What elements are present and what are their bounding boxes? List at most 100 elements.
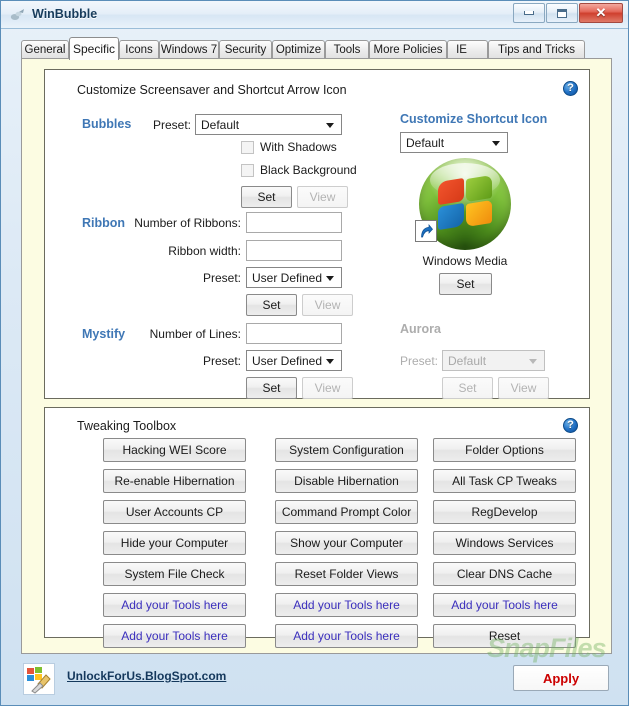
tool-button-reset[interactable]: Reset [433, 624, 576, 648]
ribbon-section-label: Ribbon [82, 216, 126, 230]
tweaking-toolbox-panel: Tweaking Toolbox ? Hacking WEI Score Re-… [44, 407, 590, 648]
ribbon-preset-select[interactable]: User Defined [246, 267, 342, 288]
tool-button-all-task-cp-tweaks[interactable]: All Task CP Tweaks [433, 469, 576, 493]
mystify-preset-select[interactable]: User Defined [246, 350, 342, 371]
tool-button-system-file-check[interactable]: System File Check [103, 562, 246, 586]
orb-flag-quadrant [466, 199, 492, 228]
minimize-icon [514, 4, 544, 22]
tab-label: More Policies [373, 44, 443, 56]
orb-flag-quadrant [438, 202, 464, 231]
tool-button-add-your-tools-5[interactable]: Add your Tools here [433, 593, 576, 617]
ribbon-preset-label: Preset: [202, 271, 241, 285]
title-bar: WinBubble ✕ [1, 1, 628, 29]
bubbles-preset-value: Default [201, 118, 240, 132]
aurora-section-label: Aurora [400, 322, 441, 336]
tab-general[interactable]: General [21, 40, 69, 59]
aurora-preset-label: Preset: [400, 354, 439, 368]
tool-button-reset-folder-views[interactable]: Reset Folder Views [275, 562, 418, 586]
black-background-label: Black Background [260, 163, 357, 177]
tool-button-disable-hibernation[interactable]: Disable Hibernation [275, 469, 418, 493]
tab-tips-and-tricks[interactable]: Tips and Tricks [488, 40, 585, 59]
with-shadows-checkbox[interactable]: With Shadows [241, 140, 337, 154]
close-icon: ✕ [595, 5, 607, 20]
maximize-icon [547, 4, 577, 22]
tool-button-add-your-tools-2[interactable]: Add your Tools here [103, 624, 246, 648]
shortcut-icon-caption: Windows Media [422, 254, 508, 268]
with-shadows-label: With Shadows [260, 140, 337, 154]
tab-strip: General Specific Icons Windows 7 Securit… [21, 37, 612, 60]
tool-button-command-prompt-color[interactable]: Command Prompt Color [275, 500, 418, 524]
tool-button-re-enable-hibernation[interactable]: Re-enable Hibernation [103, 469, 246, 493]
apply-button[interactable]: Apply [513, 665, 609, 691]
ribbon-number-input[interactable] [246, 212, 342, 233]
shortcut-icon-select[interactable]: Default [400, 132, 508, 153]
tool-button-add-your-tools-3[interactable]: Add your Tools here [275, 593, 418, 617]
ribbon-width-label: Ribbon width: [168, 244, 241, 258]
tool-button-add-your-tools-4[interactable]: Add your Tools here [275, 624, 418, 648]
tab-label: Tools [333, 44, 361, 56]
tab-optimize[interactable]: Optimize [272, 40, 325, 59]
tool-button-windows-services[interactable]: Windows Services [433, 531, 576, 555]
tab-label: Icons [125, 44, 153, 56]
help-icon[interactable]: ? [563, 418, 578, 433]
aurora-set-button: Set [442, 377, 493, 399]
tab-label: Specific [72, 42, 116, 56]
tab-windows-7[interactable]: Windows 7 [159, 40, 219, 59]
tab-icons[interactable]: Icons [119, 40, 159, 59]
ribbon-width-input[interactable] [246, 240, 342, 261]
chevron-down-icon [326, 359, 334, 364]
close-button[interactable]: ✕ [579, 3, 623, 23]
checkbox-box [241, 140, 254, 154]
shortcut-icon-set-button[interactable]: Set [439, 273, 492, 295]
orb-flag-quadrant [438, 177, 464, 206]
chevron-down-icon [529, 359, 537, 364]
mystify-set-button[interactable]: Set [246, 377, 297, 399]
tool-button-folder-options[interactable]: Folder Options [433, 438, 576, 462]
tab-tools[interactable]: Tools [325, 40, 369, 59]
tab-security[interactable]: Security [219, 40, 272, 59]
mystify-lines-label: Number of Lines: [149, 327, 241, 341]
ribbon-set-button[interactable]: Set [246, 294, 297, 316]
tool-button-show-your-computer[interactable]: Show your Computer [275, 531, 418, 555]
mystify-lines-input[interactable] [246, 323, 342, 344]
help-icon[interactable]: ? [563, 81, 578, 96]
orb-flag-quadrant [466, 174, 492, 203]
tab-label: Windows 7 [160, 44, 218, 56]
aurora-preset-value: Default [448, 354, 487, 368]
aurora-preset-select: Default [442, 350, 545, 371]
tab-specific[interactable]: Specific [69, 37, 119, 60]
bubbles-preset-select[interactable]: Default [195, 114, 342, 135]
maximize-button[interactable] [546, 3, 578, 23]
ribbon-view-button: View [302, 294, 353, 316]
checkbox-box [241, 163, 254, 177]
bubbles-section-label: Bubbles [82, 117, 132, 131]
mystify-view-button: View [302, 377, 353, 399]
bubbles-view-button: View [297, 186, 348, 208]
tool-button-system-configuration[interactable]: System Configuration [275, 438, 418, 462]
minimize-button[interactable] [513, 3, 545, 23]
bubbles-preset-label: Preset: [153, 118, 192, 132]
website-link[interactable]: UnlockForUs.BlogSpot.com [67, 669, 226, 683]
tab-page-specific: Customize Screensaver and Shortcut Arrow… [21, 58, 612, 654]
tab-label: General [24, 44, 66, 56]
shortcut-icon-preview [415, 158, 511, 250]
tool-button-add-your-tools-1[interactable]: Add your Tools here [103, 593, 246, 617]
ribbon-number-label: Number of Ribbons: [134, 216, 241, 230]
tool-button-hacking-wei-score[interactable]: Hacking WEI Score [103, 438, 246, 462]
toolbox-panel-title: Tweaking Toolbox [77, 419, 177, 433]
tool-button-regdevelop[interactable]: RegDevelop [433, 500, 576, 524]
shortcut-icon-value: Default [406, 136, 445, 150]
tab-more-policies[interactable]: More Policies [369, 40, 447, 59]
tool-button-hide-your-computer[interactable]: Hide your Computer [103, 531, 246, 555]
tool-button-user-accounts-cp[interactable]: User Accounts CP [103, 500, 246, 524]
tab-label: Optimize [275, 44, 322, 56]
tool-button-clear-dns-cache[interactable]: Clear DNS Cache [433, 562, 576, 586]
bubbles-set-button[interactable]: Set [241, 186, 292, 208]
app-window: WinBubble ✕ General Specific Icons Windo… [0, 0, 629, 706]
app-icon [10, 8, 25, 23]
black-background-checkbox[interactable]: Black Background [241, 163, 357, 177]
tab-label: Tips and Tricks [498, 44, 575, 56]
mystify-section-label: Mystify [82, 327, 126, 341]
aurora-view-button: View [498, 377, 549, 399]
tab-ie[interactable]: IE [447, 40, 488, 59]
